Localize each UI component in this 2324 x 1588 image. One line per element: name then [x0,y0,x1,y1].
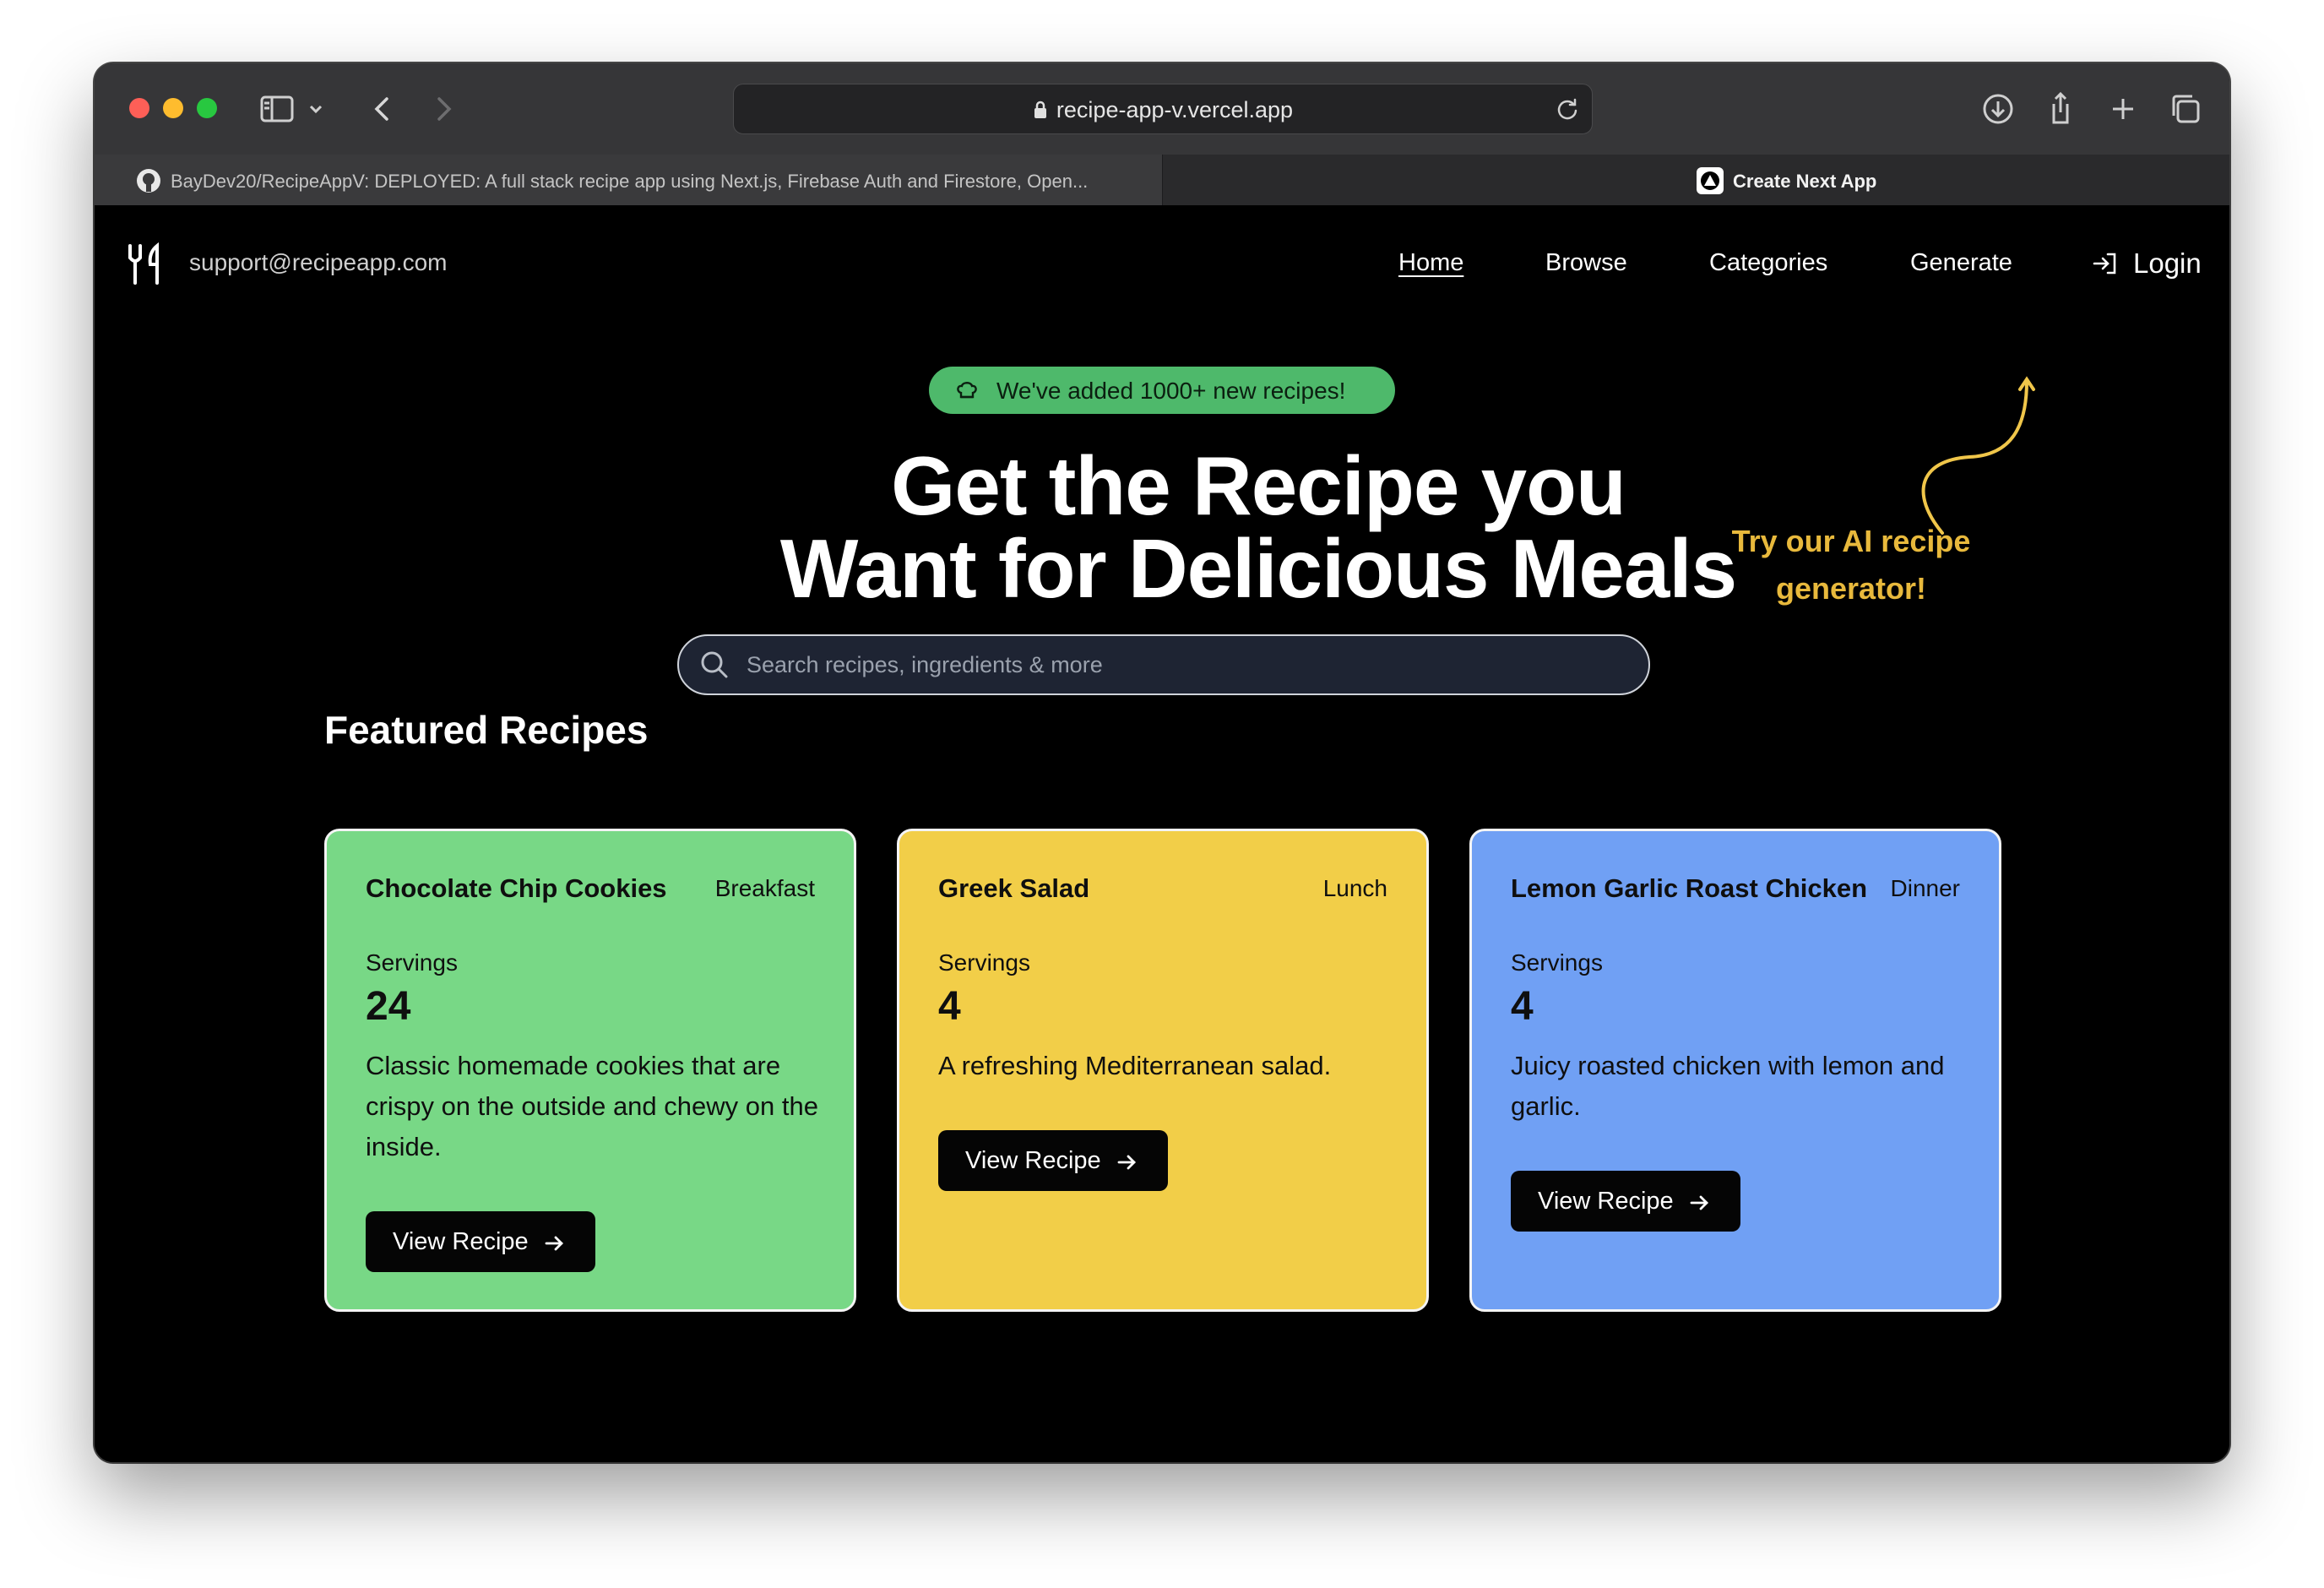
minimize-window-button[interactable] [163,98,183,118]
nav-categories[interactable]: Categories [1709,249,1827,277]
url-text: recipe-app-v.vercel.app [734,97,1592,123]
browser-window: recipe-app-v.vercel.app BayDev20/RecipeA… [95,63,2229,1462]
servings-label: Servings [938,949,1030,976]
recipe-description: Juicy roasted chicken with lemon and gar… [1511,1051,1945,1121]
servings-value: 24 [366,984,411,1029]
arrow-right-icon [1117,1155,1136,1170]
support-email[interactable]: support@recipeapp.com [189,249,447,276]
arrow-right-icon [545,1236,563,1251]
back-icon[interactable] [363,89,404,129]
badge-text: We've added 1000+ new recipes! [996,378,1346,404]
page-content: support@recipeapp.com Home Browse Catego… [95,205,2229,1462]
lock-icon [1034,101,1046,118]
search-input[interactable]: Search recipes, ingredients & more [747,652,1103,678]
recipe-title: Greek Salad [938,873,1090,903]
tab-bar: BayDev20/RecipeAppV: DEPLOYED: A full st… [95,155,2229,205]
recipe-description: Classic homemade cookies that are crispy… [366,1051,818,1161]
nav-browse[interactable]: Browse [1545,249,1627,277]
recipe-card: Chocolate Chip Cookies Breakfast Serving… [324,829,856,1312]
recipe-description: A refreshing Mediterranean salad. [938,1051,1332,1080]
button-label: View Recipe [393,1228,529,1255]
new-tab-icon[interactable] [2103,89,2143,129]
tab-label: BayDev20/RecipeAppV: DEPLOYED: A full st… [171,171,1089,192]
servings-value: 4 [938,984,961,1029]
tab-create-next-app[interactable]: Create Next App [1162,155,2229,205]
featured-heading: Featured Recipes [324,708,649,752]
ai-generator-callout: Try our AI recipe generator! [1674,518,2028,612]
address-bar[interactable]: recipe-app-v.vercel.app [733,84,1593,134]
github-icon [137,169,160,193]
tab-label: Create Next App [1733,171,1877,192]
callout-line1: Try our AI recipe [1731,524,1971,558]
search-bar[interactable]: Search recipes, ingredients & more [677,634,1650,695]
recipe-card: Greek Salad Lunch Servings 4 A refreshin… [897,829,1429,1312]
login-label: Login [2133,247,2202,279]
servings-label: Servings [1511,949,1603,976]
next-logo-icon [1697,167,1724,194]
recipe-title: Chocolate Chip Cookies [366,873,667,903]
curved-arrow-icon [1921,376,2035,535]
close-window-button[interactable] [129,98,149,118]
recipe-card: Lemon Garlic Roast Chicken Dinner Servin… [1469,829,2001,1312]
new-recipes-badge: We've added 1000+ new recipes! [929,367,1395,414]
reload-icon[interactable] [1553,95,1582,123]
chevron-down-icon[interactable] [302,89,329,129]
arrow-right-icon [1690,1195,1708,1210]
callout-line2: generator! [1775,571,1927,606]
view-recipe-button[interactable]: View Recipe [366,1211,595,1272]
forward-icon[interactable] [422,89,463,129]
hero-title-line1: Get the Recipe you [891,439,1626,532]
zoom-window-button[interactable] [197,98,217,118]
utensils-logo-icon[interactable] [125,242,166,286]
sidebar-toggle-icon[interactable] [257,89,297,129]
chef-hat-icon [957,382,977,399]
share-icon[interactable] [2040,89,2081,129]
nav-home[interactable]: Home [1398,249,1463,277]
tab-overview-icon[interactable] [2165,89,2206,129]
servings-label: Servings [366,949,458,976]
button-label: View Recipe [965,1147,1101,1174]
recipe-category: Lunch [1322,875,1387,901]
tab-github-repo[interactable]: BayDev20/RecipeAppV: DEPLOYED: A full st… [95,155,1163,205]
search-icon [701,651,728,678]
recipe-category: Breakfast [714,875,815,901]
button-label: View Recipe [1538,1188,1674,1215]
nav-generate[interactable]: Generate [1910,249,2012,277]
recipe-category: Dinner [1890,875,1960,901]
login-icon [2093,253,2116,275]
recipe-title: Lemon Garlic Roast Chicken [1511,873,1868,903]
downloads-icon[interactable] [1978,89,2018,129]
servings-value: 4 [1511,984,1534,1029]
view-recipe-button[interactable]: View Recipe [1511,1171,1740,1232]
view-recipe-button[interactable]: View Recipe [938,1130,1168,1191]
browser-toolbar: recipe-app-v.vercel.app [95,63,2229,155]
